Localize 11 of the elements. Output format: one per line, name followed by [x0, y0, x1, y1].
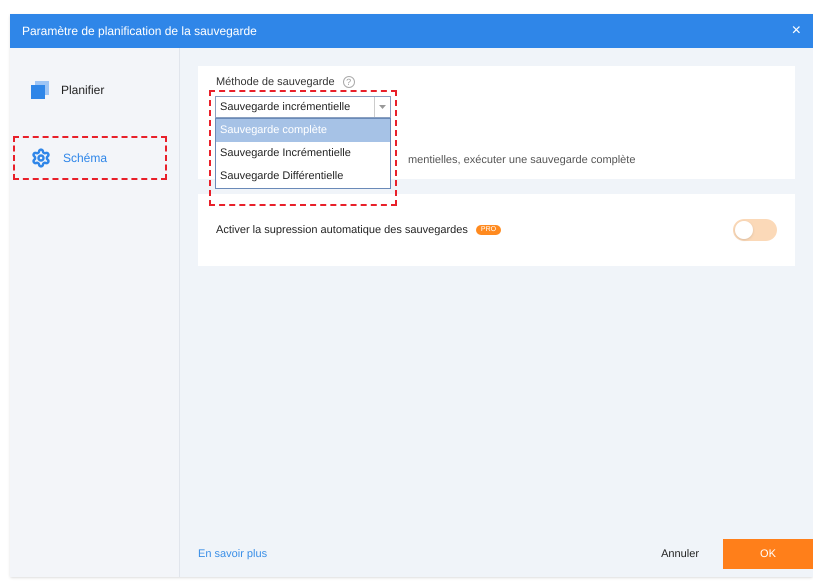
window-title: Paramètre de planification de la sauvegarde: [22, 23, 257, 40]
help-icon: ?: [342, 76, 355, 88]
method-description: mentielles, exécuter une sauvegarde complète: [408, 154, 636, 166]
sidebar-item[interactable]: Planifier: [13, 68, 167, 112]
method-label: Méthode de sauvegarde: [216, 75, 335, 90]
close-button[interactable]: ×: [792, 23, 801, 39]
auto-delete-label: Activer la supression automatique des sauvegardes: [216, 222, 468, 238]
dropdown-option[interactable]: Sauvegarde Incrémentielle: [216, 142, 390, 165]
cancel-button[interactable]: Annuler: [661, 546, 699, 562]
method-dropdown[interactable]: Sauvegarde incrémentielle: [215, 96, 391, 118]
dropdown-option[interactable]: Sauvegarde Différentielle: [216, 165, 390, 188]
